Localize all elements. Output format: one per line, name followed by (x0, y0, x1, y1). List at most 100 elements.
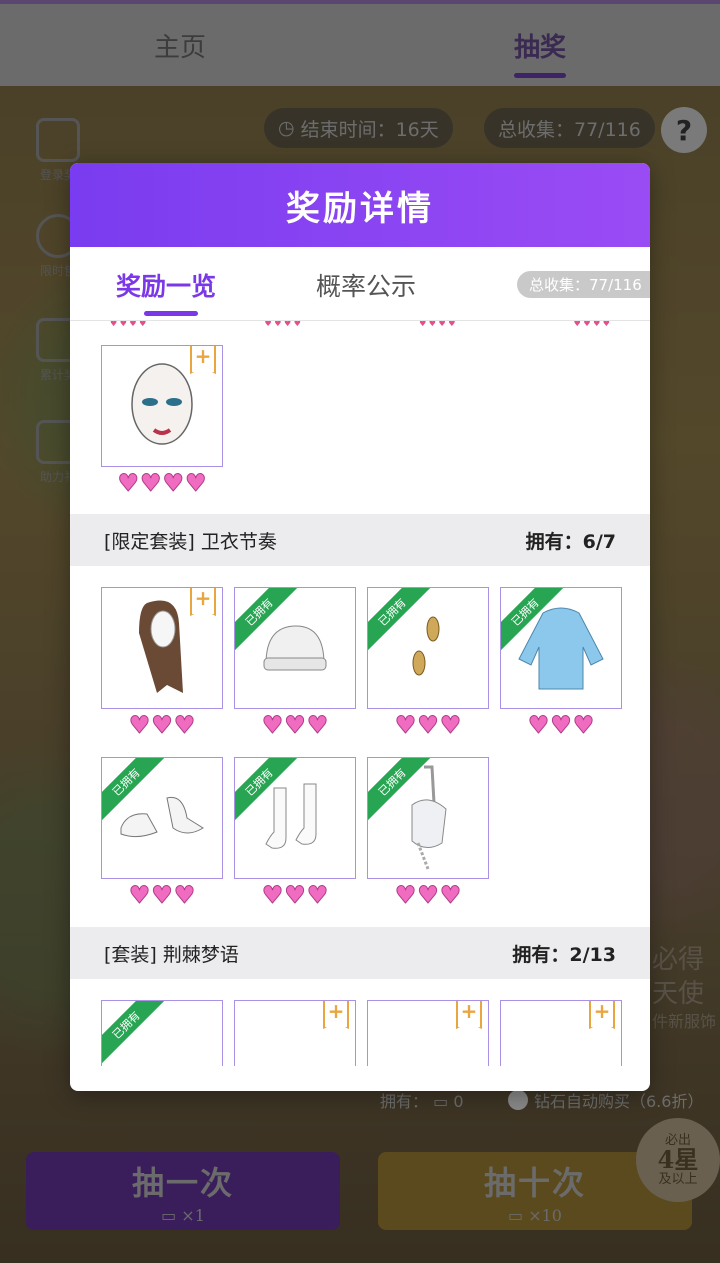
item-card: 已拥有 (101, 1000, 223, 1066)
heart-icon: ♥ (162, 469, 185, 497)
heart-icon: ♥ (128, 881, 151, 909)
heart-icon: ♥ (394, 881, 417, 909)
item-card: + (367, 1000, 489, 1066)
draw-once-cost: ▭ ×1 (161, 1206, 205, 1225)
item-card: + (500, 1000, 622, 1066)
star-rating: ♥ ♥ ♥ (234, 711, 356, 739)
heart-icon: ♥ (261, 711, 284, 739)
item-card: + (234, 1000, 356, 1066)
item-card: 已拥有 (234, 757, 356, 879)
heart-icon: ♥ (128, 711, 151, 739)
draw-once-count: ×1 (181, 1205, 205, 1225)
reward-item[interactable]: + ♥ ♥ ♥ (101, 587, 223, 739)
ticket-icon: ▭ (428, 1092, 454, 1111)
help-button[interactable]: ? (661, 107, 707, 153)
tab-reward-list[interactable]: 奖励一览 (116, 267, 217, 316)
section-header: [套装] 荆棘梦语 拥有：2/13 (70, 927, 650, 979)
end-time-pill: ◷ 结束时间：16天 (264, 108, 453, 148)
heart-icon: ♥ (439, 711, 462, 739)
reward-item[interactable]: 已拥有 ♥ ♥ ♥ (367, 757, 489, 909)
heart-icon: ♥ (284, 711, 306, 739)
promo-line: 天使 (652, 978, 705, 1009)
heart-icon: ♥ (139, 469, 162, 497)
heart-icon: ♥ (417, 711, 439, 739)
heart-icon: ♥ (306, 881, 329, 909)
item-card: 已拥有 (367, 587, 489, 709)
section-title: [限定套装] 卫衣节奏 (104, 530, 277, 553)
draw-once-button[interactable]: 抽一次 ▭ ×1 (26, 1152, 340, 1230)
draw-once-label: 抽一次 (131, 1163, 234, 1202)
item-card: 已拥有 (367, 757, 489, 879)
heart-icon: ♥ (550, 711, 572, 739)
reward-list[interactable]: ♥ ♥ ♥ ♥ ♥ ♥ ♥ ♥ ♥ ♥ ♥ ♥ ♥ ♥ ♥ ♥ + ♥ ♥ ♥ ♥ [限定套… (70, 321, 650, 1066)
reward-item[interactable]: + (234, 1000, 356, 1066)
ticket-icon: ▭ (508, 1205, 529, 1225)
section-owned: 拥有：6/7 (525, 530, 616, 553)
total-collect-text: 总收集：77/116 (498, 118, 641, 141)
draw-ten-count: ×10 (528, 1205, 562, 1225)
section-header: [限定套装] 卫衣节奏 拥有：6/7 (70, 514, 650, 566)
tab-probability[interactable]: 概率公示 (316, 267, 416, 303)
total-collect-pill: 总收集：77/116 (484, 108, 655, 148)
heart-icon: ♥ (417, 881, 439, 909)
section-owned: 拥有：2/13 (512, 943, 616, 966)
ticket-icon: ▭ (161, 1205, 182, 1225)
top-nav: 主页 抽奖 (0, 0, 720, 86)
promo-line: 件新服饰 (652, 1011, 717, 1031)
tab-home[interactable]: 主页 (0, 4, 360, 86)
auto-buy-toggle[interactable]: 钻石自动购买（6.6折） (508, 1088, 703, 1112)
badge-line: 及以上 (658, 1171, 698, 1187)
heart-icon: ♥ (306, 711, 329, 739)
heart-icon: ♥ (527, 711, 550, 739)
owned-value: 0 (453, 1092, 464, 1111)
draw-ten-label: 抽十次 (483, 1163, 586, 1202)
promo-line: 必得 (652, 945, 705, 975)
heart-icon: ♥ (151, 881, 173, 909)
calendar-icon (36, 118, 80, 162)
reward-item[interactable]: 已拥有 ♥ ♥ ♥ (367, 587, 489, 739)
reward-item[interactable]: 已拥有 ♥ ♥ ♥ (101, 757, 223, 909)
item-card: + (101, 345, 223, 467)
tab-lottery[interactable]: 抽奖 (360, 4, 720, 86)
reward-item[interactable]: + (500, 1000, 622, 1066)
cut-off-hearts: ♥ ♥ ♥ ♥ ♥ ♥ ♥ ♥ ♥ ♥ ♥ ♥ ♥ ♥ ♥ ♥ (110, 321, 610, 328)
reward-item[interactable]: 已拥有 ♥ ♥ ♥ (234, 757, 356, 909)
heart-icon: ♥ (261, 881, 284, 909)
star-rating: ♥ ♥ ♥ ♥ (101, 469, 223, 497)
guarantee-badge: 必出 4星 及以上 (636, 1118, 720, 1202)
star-rating: ♥ ♥ ♥ (234, 881, 356, 909)
section-title: [套装] 荆棘梦语 (104, 943, 239, 966)
heart-icon: ♥ (394, 711, 417, 739)
heart-icon: ♥ (572, 711, 595, 739)
star-rating: ♥ ♥ ♥ (500, 711, 622, 739)
ticket-owned: 拥有： ▭ 0 (380, 1088, 464, 1112)
star-rating: ♥ ♥ ♥ (367, 711, 489, 739)
heart-icon: ♥ (284, 881, 306, 909)
reward-item[interactable]: + ♥ ♥ ♥ ♥ (101, 345, 223, 497)
reward-item[interactable]: 已拥有 ♥ ♥ ♥ (500, 587, 622, 739)
tab-underline (514, 73, 566, 78)
reward-item[interactable]: 已拥有 ♥ ♥ ♥ (234, 587, 356, 739)
star-rating: ♥ ♥ ♥ (367, 881, 489, 909)
auto-buy-label: 钻石自动购买（6.6折） (534, 1092, 704, 1111)
reward-item[interactable]: 已拥有 (101, 1000, 223, 1066)
tab-lottery-label: 抽奖 (513, 32, 566, 63)
item-card: + (101, 587, 223, 709)
clock-icon: ◷ (278, 117, 295, 139)
owned-label: 拥有： (380, 1092, 429, 1111)
tab-reward-list-label: 奖励一览 (116, 272, 217, 301)
heart-icon: ♥ (173, 711, 196, 739)
tab-underline (144, 311, 198, 316)
badge-line: 4星 (657, 1145, 699, 1175)
tab-probability-label: 概率公示 (316, 272, 417, 301)
item-card: 已拥有 (500, 587, 622, 709)
heart-icon: ♥ (173, 881, 196, 909)
end-time-text: 结束时间：16天 (300, 118, 439, 141)
item-card: 已拥有 (101, 757, 223, 879)
reward-item[interactable]: + (367, 1000, 489, 1066)
modal-tabs: 奖励一览 概率公示 总收集：77/116 (70, 247, 650, 321)
modal-title: 奖励详情 (70, 163, 650, 247)
heart-icon: ♥ (117, 469, 139, 497)
heart-icon: ♥ (151, 711, 173, 739)
heart-icon: ♥ (185, 469, 207, 497)
